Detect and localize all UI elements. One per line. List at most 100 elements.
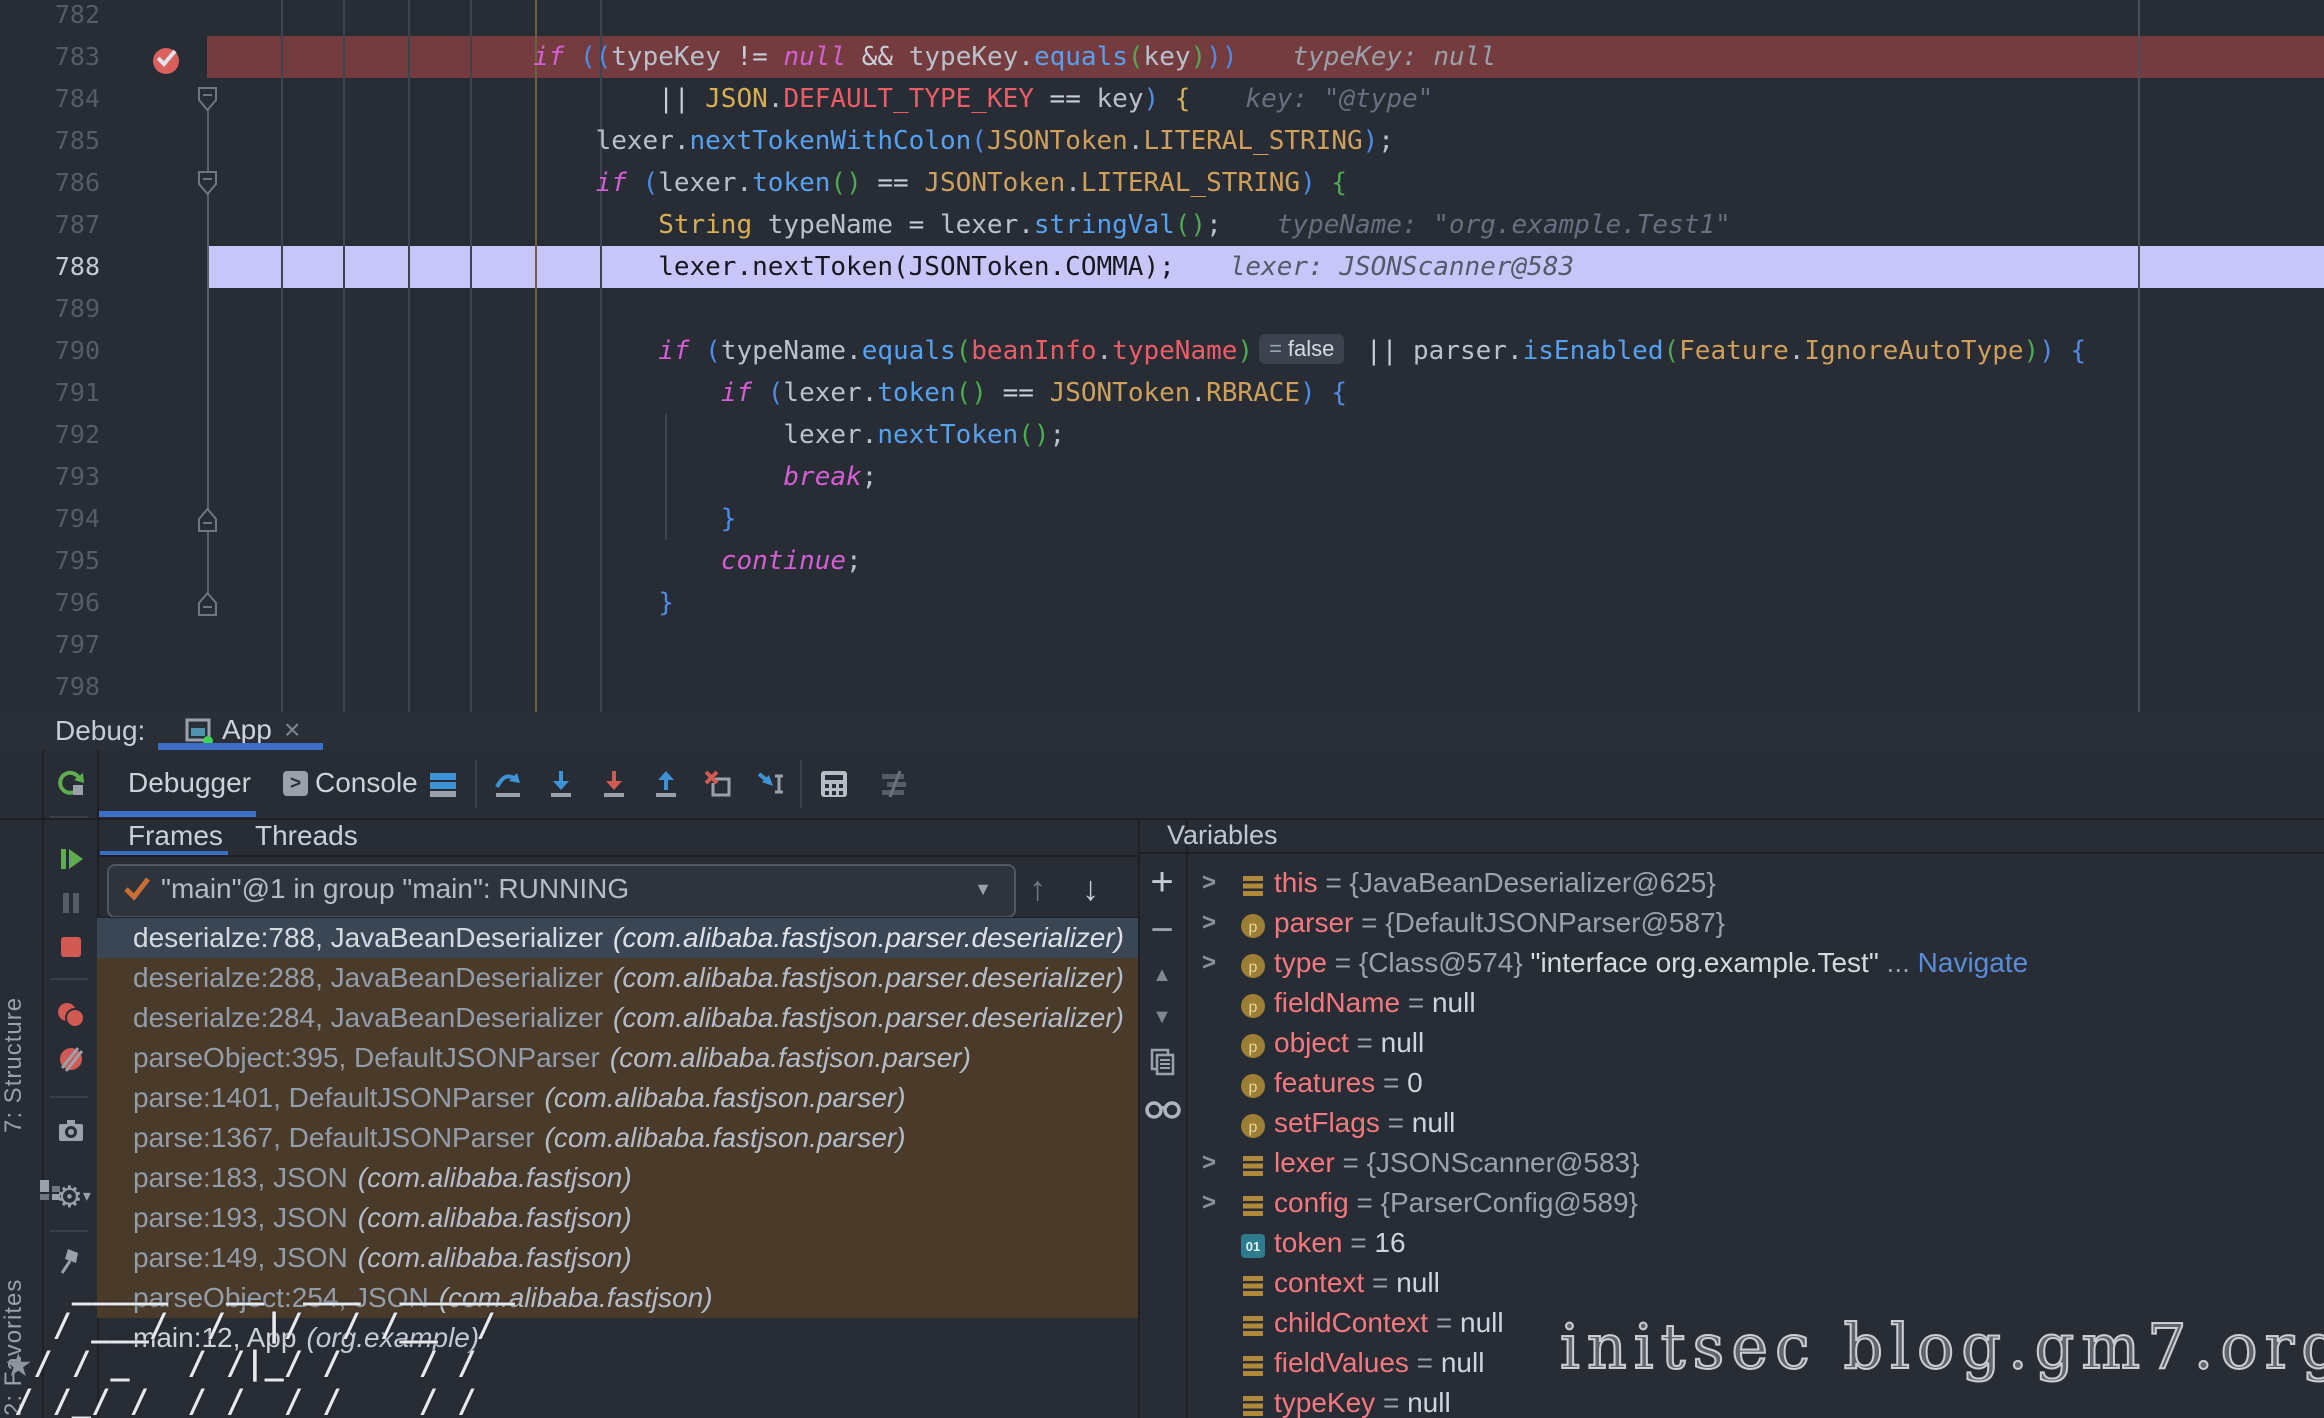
code-token: }	[658, 588, 674, 618]
code-line[interactable]: if (lexer.token() == JSONToken.RBRACE) {	[721, 372, 1347, 414]
svg-text:01: 01	[1246, 1239, 1260, 1254]
tab-debugger[interactable]: Debugger	[128, 750, 251, 816]
stack-frame-row[interactable]: deserialze:284, JavaBeanDeserializer(com…	[97, 998, 1138, 1038]
code-line[interactable]: continue;	[721, 540, 862, 582]
line-number: 786	[0, 162, 100, 204]
code-token: ()	[1175, 210, 1206, 240]
tab-threads[interactable]: Threads	[255, 818, 358, 854]
code-token: lexer.	[783, 420, 877, 450]
indent-guide	[408, 0, 410, 712]
variable-row[interactable]: context = null	[1186, 1263, 2316, 1303]
variable-row[interactable]: typeKey = null	[1186, 1383, 2316, 1418]
resume-icon[interactable]	[56, 844, 86, 874]
code-line[interactable]: if (typeName.equals(beanInfo.typeName)=f…	[658, 330, 2086, 372]
variable-row[interactable]: >config = {ParserConfig@589}	[1186, 1183, 2316, 1223]
field-icon	[1240, 870, 1266, 896]
stop-icon[interactable]	[56, 932, 86, 962]
fold-expand-icon[interactable]	[197, 591, 218, 621]
code-line[interactable]: lexer.nextToken();	[783, 414, 1065, 456]
stack-frame-row[interactable]: deserialze:788, JavaBeanDeserializer(com…	[97, 918, 1138, 958]
variable-row[interactable]: >pparser = {DefaultJSONParser@587}	[1186, 903, 2316, 943]
code-token: typeKey	[611, 42, 721, 72]
panel-divider[interactable]	[1138, 818, 1140, 1418]
fold-collapse-icon[interactable]	[197, 87, 218, 117]
line-number: 797	[0, 624, 100, 666]
stack-frame-row[interactable]: parse:1367, DefaultJSONParser(com.alibab…	[97, 1118, 1138, 1158]
drop-frame-icon[interactable]	[703, 769, 733, 799]
code-token: stringVal	[1034, 210, 1175, 240]
inline-debugger-hint: typeKey: null	[1292, 42, 1496, 72]
variable-row[interactable]: pfieldName = null	[1186, 983, 2316, 1023]
code-line[interactable]: }	[658, 582, 674, 624]
expand-chevron-icon[interactable]: >	[1202, 903, 1216, 943]
indent-guide	[470, 0, 472, 712]
rerun-icon[interactable]	[56, 768, 86, 798]
frame-method: deserialze:288, JavaBeanDeserializer	[133, 962, 603, 993]
force-step-into-icon[interactable]	[599, 769, 629, 799]
variable-row[interactable]: >lexer = {JSONScanner@583}	[1186, 1143, 2316, 1183]
sidebar-item-structure[interactable]: 7: Structure	[0, 960, 40, 1170]
step-out-icon[interactable]	[651, 769, 681, 799]
line-number: 783	[0, 36, 100, 78]
variable-row[interactable]: 01token = 16	[1186, 1223, 2316, 1263]
navigate-link[interactable]: Navigate	[1918, 947, 2029, 978]
step-into-icon[interactable]	[546, 769, 576, 799]
variable-row[interactable]: pobject = null	[1186, 1023, 2316, 1063]
param-icon: p	[1240, 990, 1266, 1016]
stack-frame-row[interactable]: deserialze:288, JavaBeanDeserializer(com…	[97, 958, 1138, 998]
tab-console[interactable]: Console	[315, 750, 418, 816]
fold-collapse-icon[interactable]	[197, 171, 218, 201]
variable-row[interactable]: pfeatures = 0	[1186, 1063, 2316, 1103]
code-token: isEnabled	[1523, 336, 1664, 366]
expand-chevron-icon[interactable]: >	[1202, 1183, 1216, 1223]
variable-row[interactable]: psetFlags = null	[1186, 1103, 2316, 1143]
expand-chevron-icon[interactable]: >	[1202, 1143, 1216, 1183]
thread-selector[interactable]: "main"@1 in group "main": RUNNING ▼	[107, 864, 1016, 918]
variable-name: childContext	[1274, 1307, 1428, 1338]
code-line[interactable]: if ((typeKey != null && typeKey.equals(k…	[533, 36, 1496, 78]
line-number: 795	[0, 540, 100, 582]
step-over-icon[interactable]	[493, 769, 523, 799]
code-line[interactable]: String typeName = lexer.stringVal();type…	[658, 204, 1731, 246]
pause-icon[interactable]	[56, 888, 86, 918]
frame-down-icon[interactable]: ↓	[1082, 864, 1099, 914]
breakpoint-icon[interactable]	[151, 45, 181, 80]
expand-chevron-icon[interactable]: >	[1202, 863, 1216, 903]
run-to-cursor-icon[interactable]	[756, 769, 786, 799]
code-token: token	[877, 378, 955, 408]
code-line[interactable]: break;	[783, 456, 877, 498]
code-token	[627, 168, 643, 198]
code-token: ;	[1206, 210, 1222, 240]
svg-text:p: p	[1249, 1039, 1258, 1056]
code-token: {	[1175, 84, 1191, 114]
variable-row[interactable]: >ptype = {Class@574} "interface org.exam…	[1186, 943, 2316, 983]
tab-frames[interactable]: Frames	[128, 818, 223, 854]
code-token: )	[1143, 84, 1159, 114]
stack-frame-row[interactable]: parse:1401, DefaultJSONParser(com.alibab…	[97, 1078, 1138, 1118]
code-line[interactable]: if (lexer.token() == JSONToken.LITERAL_S…	[596, 162, 1347, 204]
view-breakpoints-icon[interactable]	[56, 1000, 86, 1030]
code-token: equals	[1034, 42, 1128, 72]
frame-package: (com.alibaba.fastjson.parser.deserialize…	[613, 922, 1124, 953]
stack-frame-row[interactable]: parse:183, JSON(com.alibaba.fastjson)	[97, 1158, 1138, 1198]
fold-expand-icon[interactable]	[197, 507, 218, 537]
param-icon: p	[1240, 1030, 1266, 1056]
code-line[interactable]: }	[721, 498, 737, 540]
code-editor[interactable]: 782783if ((typeKey != null && typeKey.eq…	[0, 0, 2324, 714]
frame-up-icon[interactable]: ↑	[1029, 864, 1046, 914]
variable-row[interactable]: >this = {JavaBeanDeserializer@625}	[1186, 863, 2316, 903]
stack-frame-row[interactable]: parseObject:395, DefaultJSONParser(com.a…	[97, 1038, 1138, 1078]
code-line[interactable]: lexer.nextTokenWithColon(JSONToken.LITER…	[596, 120, 1394, 162]
code-line[interactable]: lexer.nextToken(JSONToken.COMMA);lexer: …	[658, 246, 1574, 288]
mute-breakpoints-icon[interactable]	[56, 1044, 86, 1074]
thread-dump-camera-icon[interactable]	[56, 1116, 86, 1146]
code-token: LITERAL_STRING	[1081, 168, 1300, 198]
frame-package: (com.alibaba.fastjson)	[358, 1162, 632, 1193]
variable-name: config	[1274, 1187, 1349, 1218]
expand-chevron-icon[interactable]: >	[1202, 943, 1216, 983]
code-token: {	[1331, 378, 1347, 408]
stack-frame-row[interactable]: parse:193, JSON(com.alibaba.fastjson)	[97, 1198, 1138, 1238]
code-line[interactable]: || JSON.DEFAULT_TYPE_KEY == key) {key: "…	[658, 78, 1433, 120]
evaluate-expression-icon[interactable]	[819, 769, 849, 799]
show-execution-point-icon[interactable]	[428, 769, 458, 799]
